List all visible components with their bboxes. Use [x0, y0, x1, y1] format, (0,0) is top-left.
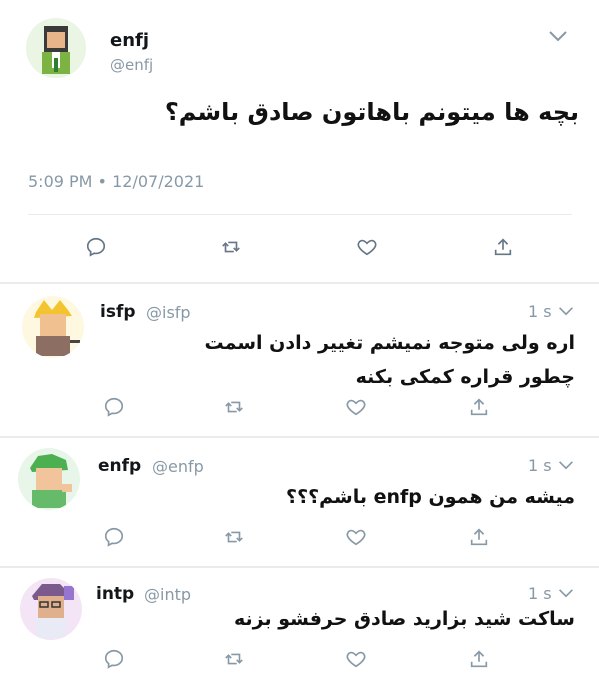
- avatar[interactable]: [20, 578, 82, 640]
- author-name[interactable]: isfp: [100, 302, 136, 322]
- heart-icon[interactable]: [345, 526, 367, 548]
- author-handle[interactable]: @intp: [144, 585, 191, 604]
- speech-bubble-icon[interactable]: [103, 526, 125, 548]
- retweet-icon[interactable]: [223, 526, 245, 548]
- author-name[interactable]: enfp: [98, 456, 141, 476]
- tweet-timestamp[interactable]: 5:09 PM • 12/07/2021: [28, 172, 204, 191]
- share-icon[interactable]: [468, 526, 490, 548]
- retweet-icon[interactable]: [223, 396, 245, 418]
- chevron-down-icon[interactable]: [548, 30, 568, 42]
- share-icon[interactable]: [468, 648, 490, 670]
- reply-time[interactable]: 1 s: [528, 456, 552, 475]
- chevron-down-icon[interactable]: [558, 588, 574, 598]
- speech-bubble-icon[interactable]: [85, 236, 107, 258]
- reply-line: اره ولی متوجه نمیشم تغییر دادن اسمت: [204, 332, 576, 354]
- share-icon[interactable]: [468, 396, 490, 418]
- divider: [28, 214, 572, 215]
- reply-line: چطور قراره کمکی بکنه: [355, 366, 575, 388]
- character-avatar-icon: [34, 300, 80, 356]
- retweet-icon[interactable]: [223, 648, 245, 670]
- speech-bubble-icon[interactable]: [103, 648, 125, 670]
- character-avatar-icon: [30, 454, 72, 508]
- reply-line: ساکت شید بزارید صادق حرفشو بزنه: [233, 608, 575, 630]
- chevron-down-icon[interactable]: [558, 306, 574, 316]
- character-avatar-icon: [32, 584, 74, 638]
- author-handle[interactable]: @enfp: [152, 457, 204, 476]
- heart-icon[interactable]: [356, 236, 378, 258]
- avatar[interactable]: [18, 448, 80, 510]
- reply-tweet: enfp @enfp 1 s میشه من همون enfp باشم؟؟؟: [0, 438, 599, 564]
- retweet-icon[interactable]: [220, 236, 242, 258]
- heart-icon[interactable]: [345, 648, 367, 670]
- avatar[interactable]: [22, 296, 84, 358]
- author-handle[interactable]: @isfp: [146, 303, 191, 322]
- reply-tweet: intp @intp 1 s ساکت شید بزارید صادق حرفش…: [0, 568, 599, 689]
- reply-tweet: isfp @isfp 1 s اره ولی متوجه نمیشم تغییر…: [0, 284, 599, 432]
- author-name[interactable]: enfj: [110, 30, 149, 51]
- reply-text: میشه من همون enfp باشم؟؟؟: [286, 480, 575, 514]
- chevron-down-icon[interactable]: [558, 460, 574, 470]
- reply-text: ساکت شید بزارید صادق حرفشو بزنه: [234, 602, 575, 636]
- reply-text: اره ولی متوجه نمیشم تغییر دادن اسمت چطور…: [205, 326, 576, 394]
- reply-time[interactable]: 1 s: [528, 584, 552, 603]
- reply-time[interactable]: 1 s: [528, 302, 552, 321]
- speech-bubble-icon[interactable]: [103, 396, 125, 418]
- main-tweet: enfj @enfj بچه ها میتونم باهاتون صادق با…: [0, 0, 599, 282]
- character-avatar-icon: [26, 18, 86, 78]
- author-name[interactable]: intp: [96, 584, 134, 604]
- tweet-text: بچه ها میتونم باهاتون صادق باشم؟: [164, 98, 579, 126]
- author-handle[interactable]: @enfj: [110, 56, 153, 74]
- reply-line: میشه من همون enfp باشم؟؟؟: [286, 486, 575, 508]
- heart-icon[interactable]: [345, 396, 367, 418]
- share-icon[interactable]: [492, 236, 514, 258]
- avatar[interactable]: [26, 18, 86, 78]
